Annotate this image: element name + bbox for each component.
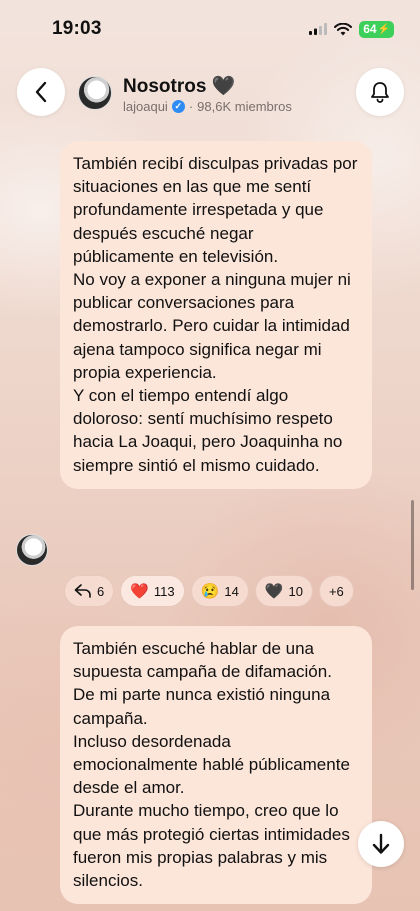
notifications-button[interactable] [356,68,404,116]
reaction-chip-red-heart[interactable]: ❤️ 113 [120,575,185,607]
chevron-left-icon [35,81,47,103]
message-paragraph: Durante mucho tiempo, creo que lo que má… [73,801,350,891]
wifi-icon [334,22,353,35]
message-bubble[interactable]: También escuché hablar de una supuesta c… [60,626,372,905]
black-heart-emoji: 🖤 [211,76,236,97]
channel-subtitle: lajoaqui ✓ · 98,6K miembros [123,99,292,114]
member-count: 98,6K miembros [197,99,292,114]
reaction-count: 113 [153,583,175,599]
more-reactions-chip[interactable]: +6 [318,575,354,607]
battery-indicator: 64 ⚡ [359,20,394,38]
reply-icon [74,584,91,598]
reaction-chip-black-heart[interactable]: 🖤 10 [254,575,313,607]
reaction-count: 14 [224,583,239,599]
arrow-down-icon [372,833,390,854]
cellular-signal-icon [309,23,328,35]
verified-badge-icon: ✓ [171,100,185,113]
red-heart-emoji: ❤️ [130,583,149,600]
charging-bolt-icon: ⚡ [377,23,390,35]
status-icons: 64 ⚡ [309,20,394,38]
scrollbar[interactable] [411,500,414,590]
channel-title-text: Nosotros [123,76,207,97]
reply-count-chip[interactable]: 6 [64,575,115,607]
message-paragraph: No voy a exponer a ninguna mujer ni publ… [73,270,351,382]
channel-avatar[interactable] [78,76,112,110]
message-paragraph: Y con el tiempo entendí algo doloroso: s… [73,386,343,475]
sender-avatar[interactable] [16,534,48,566]
status-time: 19:03 [52,18,102,39]
back-button[interactable] [17,68,65,116]
status-bar: 19:03 64 ⚡ [0,0,420,58]
scroll-to-bottom-button[interactable] [358,821,404,867]
channel-title[interactable]: Nosotros 🖤 [123,74,235,98]
black-heart-emoji: 🖤 [264,583,284,600]
message-paragraph: También recibí disculpas privadas por si… [73,154,358,266]
message-bubble[interactable]: También recibí disculpas privadas por si… [60,141,372,489]
message-paragraph: Incluso desordenada emocionalmente hablé… [73,731,350,798]
battery-level: 64 [363,21,377,36]
bell-icon [371,82,389,103]
separator-dot: · [188,99,194,114]
sad-face-emoji: 😢 [200,583,220,600]
creator-username: lajoaqui [123,99,168,114]
message-paragraph: De mi parte nunca existió ninguna campañ… [73,685,331,728]
reaction-count: 10 [288,583,303,599]
reaction-chip-sad-face[interactable]: 😢 14 [190,575,249,607]
channel-header: Nosotros 🖤 lajoaqui ✓ · 98,6K miembros [0,68,420,120]
message-paragraph: También escuché hablar de una supuesta c… [73,639,332,682]
more-reactions-count: +6 [328,583,344,599]
reply-count: 6 [97,583,105,599]
reactions-row: 6 ❤️ 113 😢 14 🖤 10 +6 [64,575,354,607]
